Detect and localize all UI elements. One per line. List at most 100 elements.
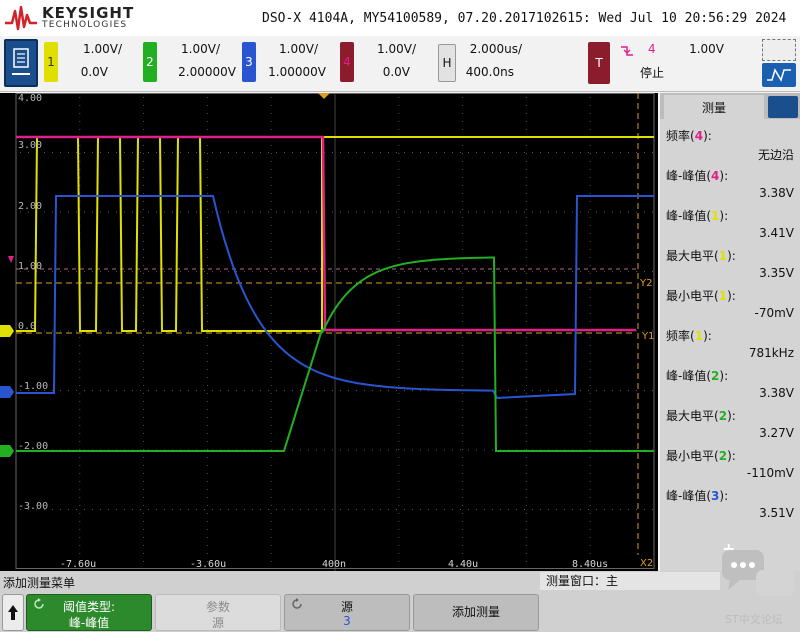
grid-dot xyxy=(84,509,85,510)
grid-dot xyxy=(492,271,493,272)
grid-dot xyxy=(206,465,208,466)
grid-dot xyxy=(380,152,381,153)
measurement-name: 峰-峰值(2): xyxy=(666,369,729,383)
grid-dot xyxy=(580,211,581,213)
grid-dot xyxy=(525,201,527,202)
waveform-display[interactable]: 4.00 3.00 2.00 1.00 0.0 -1.00 -2.00 -3.0… xyxy=(0,93,658,571)
horizontal-tab[interactable]: H xyxy=(438,44,456,82)
cursor-y1-label[interactable]: Y1 xyxy=(642,331,654,342)
tab-measure[interactable]: 测量 xyxy=(664,95,764,119)
grid-dot xyxy=(380,211,381,213)
grid-dot xyxy=(270,505,272,506)
grid-dot xyxy=(589,465,591,466)
grid-dot xyxy=(462,345,464,346)
grid-dot xyxy=(206,353,208,354)
grid-dot xyxy=(36,330,37,332)
source-softkey[interactable]: 源 3 xyxy=(284,594,410,631)
grid-dot xyxy=(143,225,145,226)
grid-dot xyxy=(462,441,464,442)
grid-dot xyxy=(143,553,145,554)
grid-dot xyxy=(172,152,173,153)
grid-dot xyxy=(292,449,293,451)
grid-dot xyxy=(143,417,145,418)
grid-dot xyxy=(143,361,145,362)
grid-dot xyxy=(604,152,605,153)
grid-dot xyxy=(108,390,109,391)
channel-3-tab[interactable]: 3 xyxy=(242,42,256,82)
grid-dot xyxy=(508,509,509,510)
grid-dot xyxy=(270,305,272,306)
grid-dot xyxy=(548,509,549,510)
grid-dot xyxy=(452,211,453,213)
grid-dot xyxy=(28,152,29,153)
grid-dot xyxy=(204,152,205,153)
grid-dot xyxy=(398,433,400,434)
grid-dot xyxy=(462,281,464,282)
channel-4-tab[interactable]: 4 xyxy=(340,42,354,82)
grid-dot xyxy=(172,211,173,213)
grid-dot xyxy=(100,271,101,272)
grid-dot xyxy=(525,425,527,426)
grid-dot xyxy=(525,97,527,98)
grid-dot xyxy=(525,257,527,258)
grid-dot xyxy=(270,193,272,194)
grid-dot xyxy=(206,361,208,362)
grid-dot xyxy=(372,390,373,391)
grid-dot xyxy=(252,211,253,213)
grid-dot xyxy=(116,390,117,391)
grid-dot xyxy=(476,449,477,451)
grid-dot xyxy=(244,211,245,213)
grid-dot xyxy=(364,449,365,451)
threshold-type-softkey[interactable]: 阈值类型: 峰-峰值 xyxy=(26,594,152,631)
grid-dot xyxy=(589,169,591,170)
grid-dot xyxy=(79,417,81,418)
main-menu-button[interactable] xyxy=(4,39,38,87)
cursor-x2-label[interactable]: X2 xyxy=(640,558,653,569)
grid-dot xyxy=(308,390,309,391)
channel-2-tab[interactable]: 2 xyxy=(143,42,157,82)
grid-dot xyxy=(143,281,145,282)
grid-dot xyxy=(589,353,591,354)
grid-dot xyxy=(589,393,591,394)
grid-dot xyxy=(462,225,464,226)
grid-dot xyxy=(525,497,527,498)
channel-1-tab[interactable]: 1 xyxy=(44,42,58,82)
cursor-y2-label[interactable]: Y2 xyxy=(640,278,652,289)
grid-dot xyxy=(589,481,591,482)
param-source-softkey[interactable]: 参数 源 xyxy=(155,594,281,631)
tab-display-icon[interactable] xyxy=(768,96,798,118)
grid-dot xyxy=(92,509,93,510)
grid-dot xyxy=(143,233,145,234)
auto-scale-icon[interactable] xyxy=(762,63,796,87)
grid-dot xyxy=(340,449,341,451)
measurement-label: 峰-峰值 xyxy=(666,209,707,223)
grid-dot xyxy=(404,390,405,391)
grid-dot xyxy=(628,271,629,272)
grid-dot xyxy=(206,209,208,210)
grid-dot xyxy=(589,553,591,554)
measurement-channel: 2 xyxy=(718,409,728,423)
grid-dot xyxy=(398,481,400,482)
zoom-icon[interactable] xyxy=(762,39,796,61)
panel-tabs: 测量 xyxy=(660,93,800,119)
grid-dot xyxy=(462,473,464,474)
grid-dot xyxy=(398,145,400,146)
grid-dot xyxy=(79,441,81,442)
grid-dot xyxy=(52,271,53,272)
grid-dot xyxy=(398,289,400,290)
grid-dot xyxy=(300,211,301,213)
measurement-value: 3.35V xyxy=(759,266,794,280)
back-button[interactable] xyxy=(2,594,24,631)
grid-dot xyxy=(652,152,653,153)
grid-dot xyxy=(412,152,413,153)
grid-dot xyxy=(140,271,141,272)
grid-dot xyxy=(525,353,527,354)
grid-dot xyxy=(60,509,61,510)
keysight-wave-icon xyxy=(5,5,37,31)
grid-dot xyxy=(143,353,145,354)
grid-dot xyxy=(143,257,145,258)
grid-dot xyxy=(270,313,272,314)
grid-dot xyxy=(284,509,285,510)
add-measurement-button[interactable]: 添加测量 xyxy=(413,594,539,631)
trigger-tab[interactable]: T xyxy=(588,42,610,84)
